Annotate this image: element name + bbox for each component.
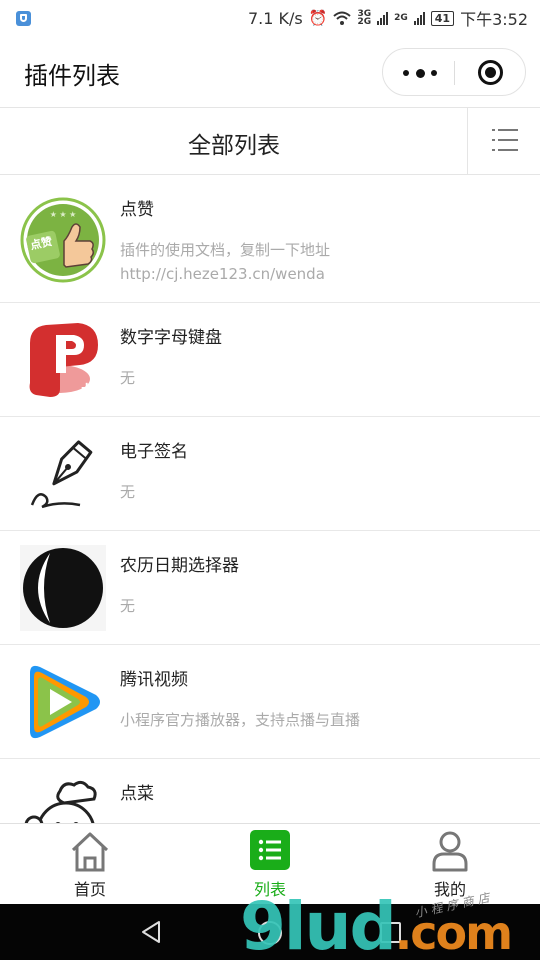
fountain-pen-icon [20,431,106,517]
item-name: 点赞 [120,200,154,220]
list-item[interactable]: 点菜 [0,759,540,823]
more-options-icon[interactable] [403,68,437,78]
list-item[interactable]: ★ ★ ★ 点赞 点赞 插件的使用文档，复制一下地址 http://cj.hez… [0,175,540,303]
signal-strength-icon-2 [413,11,425,25]
item-desc: 无 [120,369,136,387]
wifi-icon [333,11,352,25]
item-name: 数字字母键盘 [120,328,222,348]
list-item[interactable]: 腾讯视频 小程序官方播放器，支持点播与直播 [0,645,540,759]
item-desc: 无 [120,483,136,501]
network-type-a: 3G 2G [357,10,372,27]
item-name: 点菜 [120,784,154,804]
item-name: 农历日期选择器 [120,556,239,576]
watermark-main: 9lud [240,888,397,960]
home-icon [70,830,110,872]
capsule-divider [454,61,455,85]
status-bar: 7.1 K/s ⏰ 3G 2G 2G 41 下午3:52 [0,0,540,36]
chef-icon [20,779,106,823]
list-item[interactable]: 农历日期选择器 无 [0,531,540,645]
alarm-icon: ⏰ [308,9,328,27]
list-item[interactable]: 电子签名 无 [0,417,540,531]
navigation-bar: 插件列表 [0,36,540,108]
app-notification-icon [16,11,31,26]
svg-text:+: + [80,378,93,397]
page-title: 插件列表 [24,62,120,90]
category-menu-button[interactable] [467,108,540,174]
back-icon[interactable] [140,920,162,944]
thumbs-up-icon: ★ ★ ★ 点赞 [20,197,106,283]
signal-strength-icon [377,11,389,25]
item-desc: 插件的使用文档，复制一下地址 [120,241,331,259]
tab-home[interactable]: 首页 [0,824,180,905]
watermark-suffix: .com [394,906,513,960]
list-item[interactable]: + 数字字母键盘 无 [0,303,540,417]
list-menu-icon [492,129,518,151]
plugin-list: ★ ★ ★ 点赞 点赞 插件的使用文档，复制一下地址 http://cj.hez… [0,175,540,823]
status-indicators: 7.1 K/s ⏰ 3G 2G 2G 41 下午3:52 [248,0,528,36]
mini-program-capsule [382,48,526,96]
battery-indicator: 41 [430,10,455,26]
item-url[interactable]: http://cj.heze123.cn/wenda [120,265,325,283]
crescent-moon-icon [20,545,106,631]
network-type-bottom: 2G [357,17,372,27]
clock: 下午3:52 [460,10,528,29]
p-keyboard-icon: + [20,317,106,403]
item-desc: 小程序官方播放器，支持点播与直播 [120,711,361,729]
close-mini-program-icon[interactable] [478,60,503,85]
section-title: 全部列表 [188,133,280,159]
user-icon [430,830,470,872]
item-desc: 无 [120,597,136,615]
tencent-video-icon [20,659,106,745]
svg-text:★ ★ ★: ★ ★ ★ [50,210,77,219]
item-name: 电子签名 [120,442,188,462]
network-type-b: 2G [394,13,408,23]
network-speed: 7.1 K/s [248,8,303,28]
tab-label: 首页 [73,880,106,899]
list-icon [250,830,290,872]
item-name: 腾讯视频 [120,670,188,690]
section-header: 全部列表 [0,108,540,175]
